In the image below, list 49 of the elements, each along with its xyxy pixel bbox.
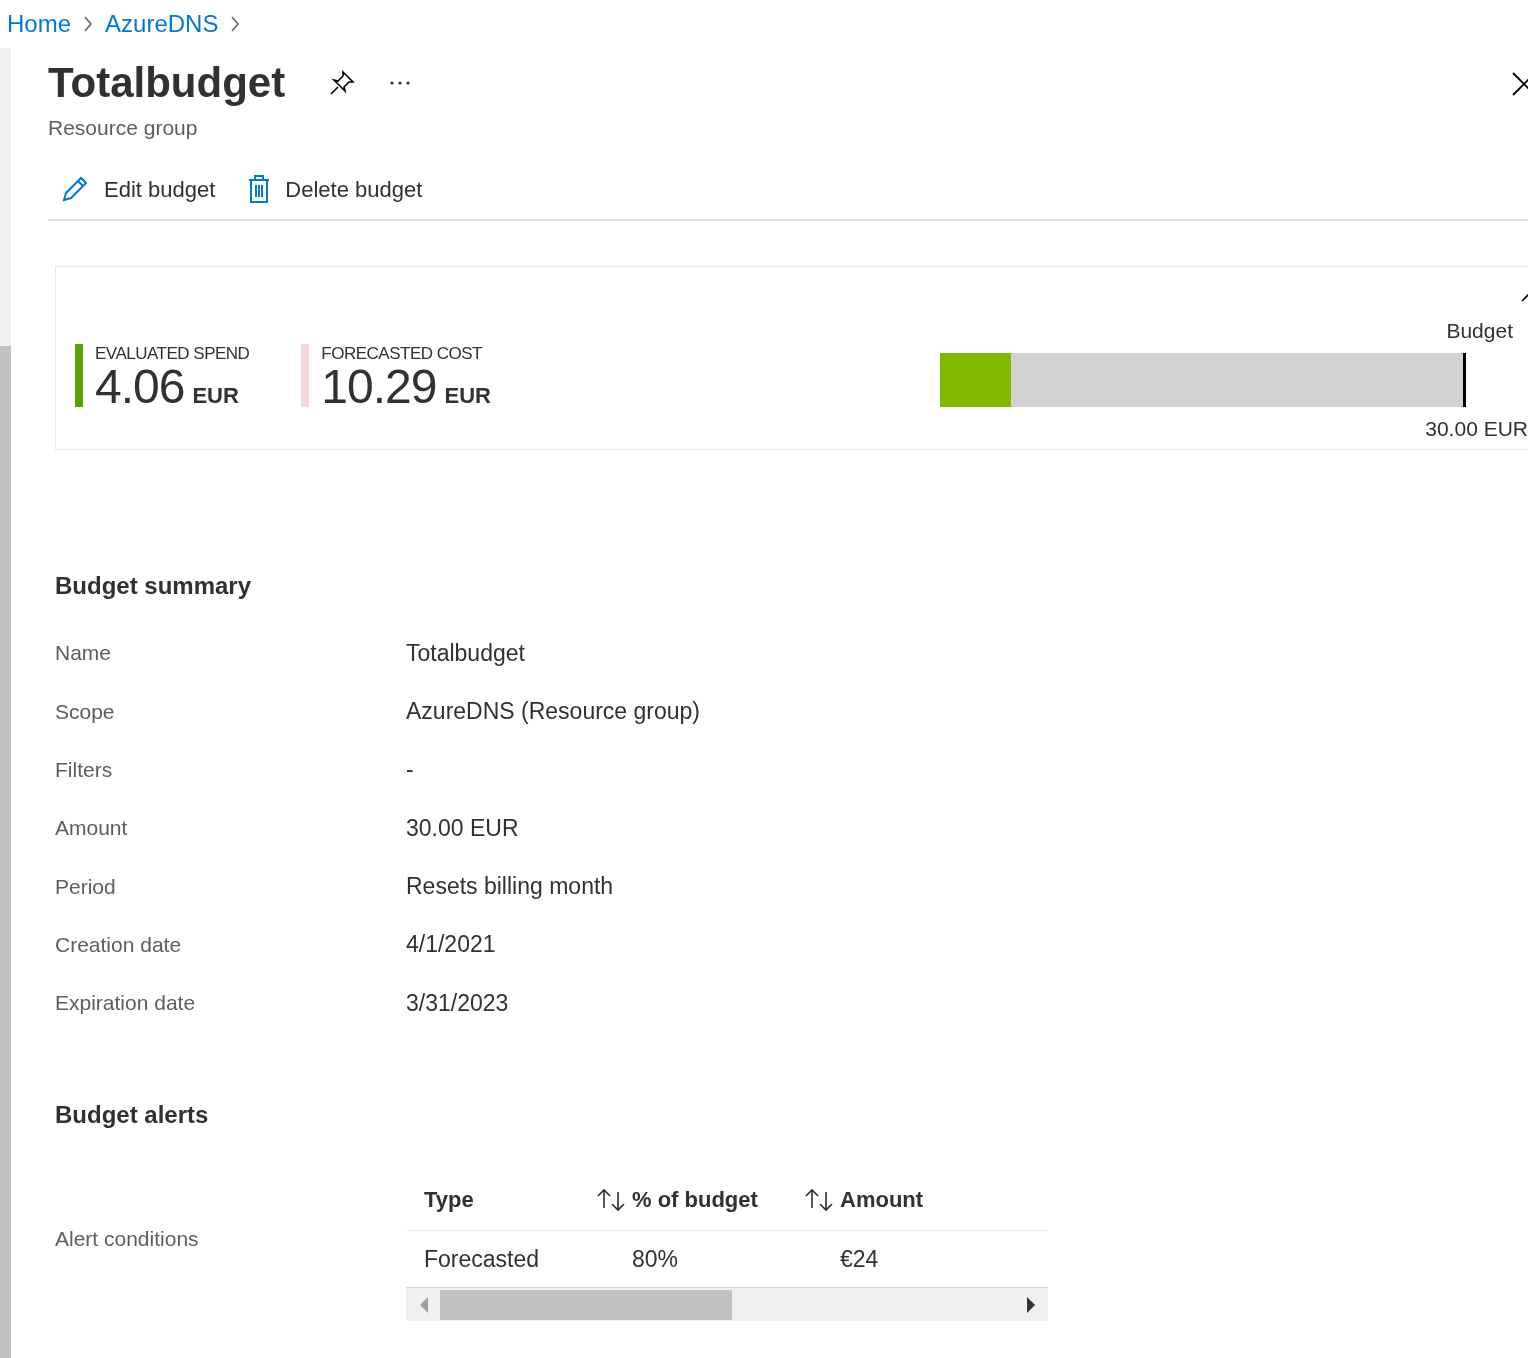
trash-icon xyxy=(247,174,272,204)
pencil-icon xyxy=(60,174,90,204)
metric-value: 10.29 xyxy=(321,363,437,410)
chevron-right-icon xyxy=(83,15,94,33)
field-label: Scope xyxy=(55,698,116,725)
field-label: Name xyxy=(55,640,113,667)
scrollbar-thumb[interactable] xyxy=(0,346,11,1358)
metric-label: FORECASTED COST xyxy=(321,343,483,364)
scrollbar-thumb[interactable] xyxy=(440,1289,732,1320)
metric-unit: EUR xyxy=(192,381,239,410)
metric-label: EVALUATED SPEND xyxy=(95,343,250,364)
section-title: Budget summary xyxy=(55,571,253,601)
field-label: Creation date xyxy=(55,931,183,958)
table-cell-text: Forecasted xyxy=(424,1244,541,1274)
table-cell-text: 80% xyxy=(632,1244,680,1274)
metric-value: 4.06 xyxy=(95,363,185,410)
pin-icon[interactable] xyxy=(329,70,356,96)
sort-icon[interactable] xyxy=(804,1187,834,1212)
page-subtitle: Resource group xyxy=(48,115,199,141)
field-label: Amount xyxy=(55,815,129,842)
column-header[interactable]: Amount xyxy=(840,1183,1048,1217)
section-title: Budget alerts xyxy=(55,1100,210,1131)
field-value: AzureDNS (Resource group) xyxy=(406,697,700,727)
budget-amount: 30.00 EUR xyxy=(1425,415,1528,442)
chevron-right-icon xyxy=(230,15,241,33)
field-label: Period xyxy=(55,873,117,900)
breadcrumb-link[interactable]: Home xyxy=(7,6,72,42)
budget-label: Budget xyxy=(1446,318,1513,344)
breadcrumb-link[interactable]: AzureDNS xyxy=(105,6,219,42)
sort-icon[interactable] xyxy=(596,1187,626,1212)
field-label: Alert conditions xyxy=(55,1226,200,1253)
metric-unit: EUR xyxy=(444,381,491,410)
table-cell-text: €24 xyxy=(840,1244,880,1274)
more-icon[interactable] xyxy=(389,80,412,86)
edit-button[interactable]: Edit budget xyxy=(60,172,216,206)
field-value: 4/1/2021 xyxy=(406,930,496,960)
field-value: 3/31/2023 xyxy=(406,988,509,1018)
page-title: Totalbudget xyxy=(48,58,286,108)
field-label: Filters xyxy=(55,757,114,783)
field-value: - xyxy=(406,755,414,785)
field-value: Resets billing month xyxy=(406,872,614,902)
scroll-right-icon[interactable] xyxy=(1026,1296,1036,1313)
field-label: Expiration date xyxy=(55,990,197,1017)
close-icon[interactable] xyxy=(1512,72,1528,96)
column-header[interactable]: % of budget xyxy=(632,1183,840,1217)
column-header[interactable]: Type xyxy=(424,1183,632,1217)
delete-button[interactable]: Delete budget xyxy=(247,172,423,206)
field-value: Totalbudget xyxy=(406,638,525,668)
field-value: 30.00 EUR xyxy=(406,813,519,843)
